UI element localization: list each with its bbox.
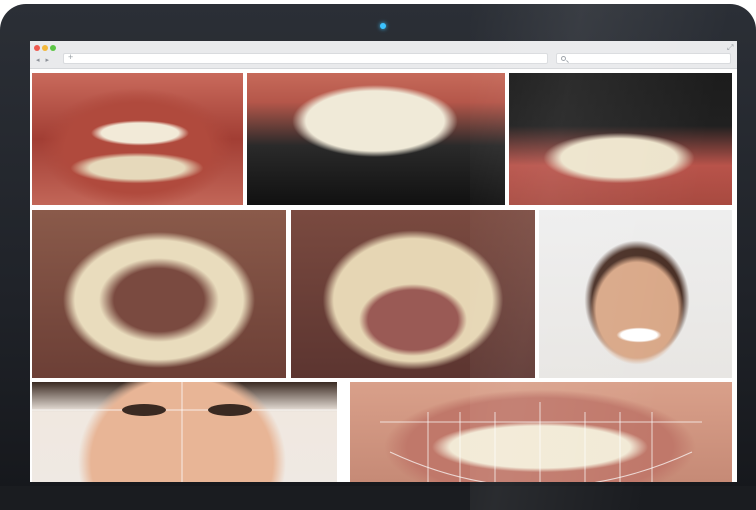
webcam-dot: [380, 23, 386, 29]
expand-icon[interactable]: ⤢: [727, 43, 733, 53]
laptop-bottom-bezel: [0, 486, 756, 510]
photo-lower-arch-occlusal[interactable]: [291, 210, 535, 378]
smile-guidelines-overlay: [380, 402, 702, 482]
browser-window: ◂ ▸ + ⤢: [30, 41, 737, 482]
search-icon: [561, 56, 566, 61]
right-eye-icon: [208, 404, 252, 416]
maximize-window-button[interactable]: [50, 45, 56, 51]
photo-smile-design-overlay[interactable]: [350, 382, 732, 482]
photo-frontal-teeth-closeup[interactable]: [32, 73, 243, 205]
photo-patient-smile-portrait[interactable]: [539, 210, 732, 378]
browser-search-field[interactable]: [556, 53, 731, 64]
face-guidelines-overlay: [32, 382, 337, 482]
close-window-button[interactable]: [34, 45, 40, 51]
browser-toolbar: ◂ ▸ + ⤢: [30, 41, 737, 69]
photo-lower-teeth[interactable]: [509, 73, 732, 205]
left-eye-icon: [122, 404, 166, 416]
new-tab-plus-icon[interactable]: +: [68, 52, 73, 62]
minimize-window-button[interactable]: [42, 45, 48, 51]
photo-upper-arch-occlusal[interactable]: [32, 210, 286, 378]
back-forward-arrows-icon[interactable]: ◂ ▸: [36, 56, 51, 64]
photo-upper-incisors[interactable]: [247, 73, 505, 205]
photo-face-guideline-analysis[interactable]: [32, 382, 337, 482]
address-bar[interactable]: +: [63, 52, 548, 64]
